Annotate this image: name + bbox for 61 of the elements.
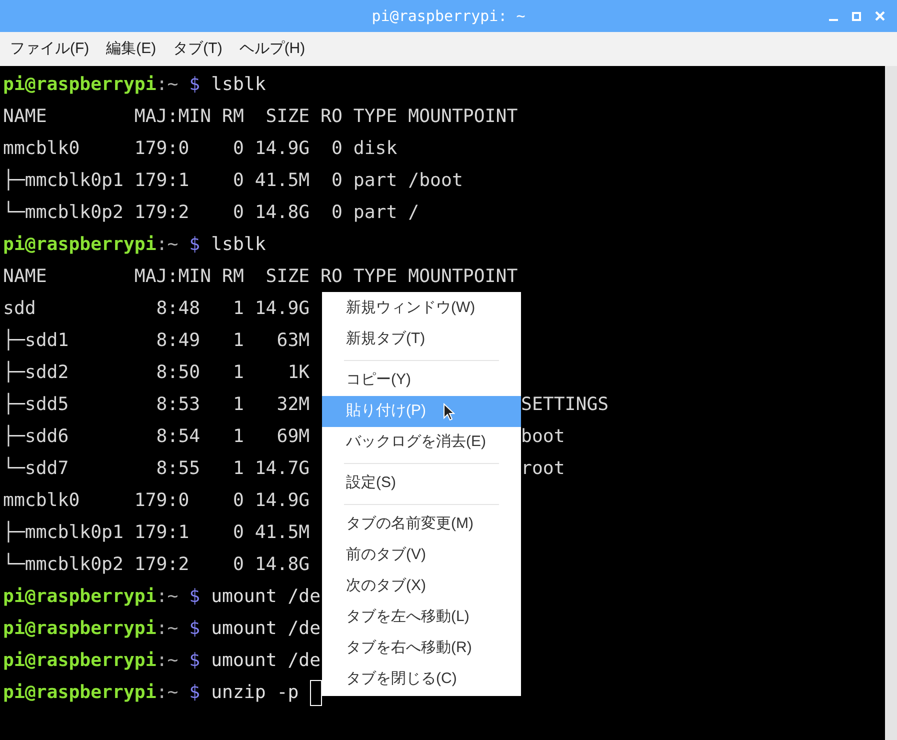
menu-item[interactable]: ヘルプ(H) (239, 38, 306, 60)
output-line: ├─sdd5 8:53 1 32M (3, 392, 310, 417)
prompt-path: :~ (156, 617, 178, 641)
context-menu-item[interactable]: コピー(Y) (322, 365, 521, 396)
prompt-user: pi@raspberrypi (3, 617, 156, 641)
output-line: NAME MAJ:MIN RM SIZE RO TYPE MOUNTPOINT (3, 265, 518, 289)
command-text: umount /de (211, 585, 321, 609)
context-menu-item[interactable]: タブを閉じる(C) (322, 664, 521, 695)
context-menu-item[interactable]: 前のタブ(V) (322, 540, 521, 571)
scrollbar[interactable] (885, 66, 897, 740)
maximize-icon[interactable] (852, 12, 861, 20)
output-line: └─mmcblk0p2 179:2 0 14.8G 0 part / (3, 200, 420, 225)
output-line: └─mmcblk0p2 179:2 0 14.8G (3, 552, 310, 577)
output-line: ├─sdd6 8:54 1 69M (3, 424, 310, 449)
output-line: └─sdd7 8:55 1 14.7G (3, 456, 310, 481)
command-text: lsblk (211, 73, 266, 97)
prompt-path: :~ (156, 681, 178, 705)
output-line: ├─mmcblk0p1 179:1 0 41.5M 0 part /boot (3, 168, 463, 193)
output-line: boot (521, 426, 565, 447)
prompt-path: :~ (156, 73, 178, 97)
output-line: mmcblk0 179:0 0 14.9G (3, 489, 310, 513)
context-menu-item[interactable]: 次のタブ(X) (322, 571, 521, 602)
prompt-symbol: $ (189, 649, 200, 673)
context-menu-item[interactable]: 新規タブ(T) (322, 324, 521, 355)
command-text: lsblk (211, 233, 266, 257)
prompt-path: :~ (156, 233, 178, 257)
output-line: SETTINGS (521, 394, 609, 415)
output-line: sdd 8:48 1 14.9G (3, 297, 310, 321)
context-menu-item[interactable]: タブの名前変更(M) (322, 509, 521, 540)
output-line: ├─sdd1 8:49 1 63M (3, 328, 310, 353)
context-menu-item[interactable]: 新規ウィンドウ(W) (322, 293, 521, 324)
output-line: ├─mmcblk0p1 179:1 0 41.5M (3, 520, 310, 545)
prompt-symbol: $ (189, 617, 200, 641)
output-line: NAME MAJ:MIN RM SIZE RO TYPE MOUNTPOINT (3, 105, 518, 129)
prompt-symbol: $ (189, 585, 200, 609)
command-text: unzip -p (211, 681, 300, 705)
close-icon[interactable] (875, 11, 885, 21)
window-title: pi@raspberrypi: ~ (372, 6, 526, 27)
output-line: ├─sdd2 8:50 1 1K (3, 360, 310, 385)
prompt-user: pi@raspberrypi (3, 73, 156, 97)
mouse-pointer-icon (443, 403, 455, 421)
prompt-symbol: $ (189, 73, 200, 97)
prompt-user: pi@raspberrypi (3, 681, 156, 705)
context-menu-item[interactable]: タブを左へ移動(L) (322, 602, 521, 633)
command-text: umount /de (211, 649, 321, 673)
prompt-path: :~ (156, 585, 178, 609)
prompt-user: pi@raspberrypi (3, 649, 156, 673)
prompt-symbol: $ (189, 681, 200, 705)
prompt-user: pi@raspberrypi (3, 585, 156, 609)
context-menu-item[interactable]: バックログを消去(E) (322, 427, 521, 458)
output-line: root (521, 458, 565, 479)
prompt-symbol: $ (189, 233, 200, 257)
output-line: mmcblk0 179:0 0 14.9G 0 disk (3, 137, 398, 161)
prompt-user: pi@raspberrypi (3, 233, 156, 257)
context-menu-item[interactable]: タブを右へ移動(R) (322, 633, 521, 664)
menu-item[interactable]: ファイル(F) (10, 38, 90, 60)
prompt-path: :~ (156, 649, 178, 673)
command-text: umount /de (211, 617, 321, 641)
menu-item[interactable]: 編集(E) (106, 38, 156, 60)
menu-item[interactable]: タブ(T) (173, 38, 222, 60)
context-menu-item[interactable]: 設定(S) (322, 468, 521, 499)
